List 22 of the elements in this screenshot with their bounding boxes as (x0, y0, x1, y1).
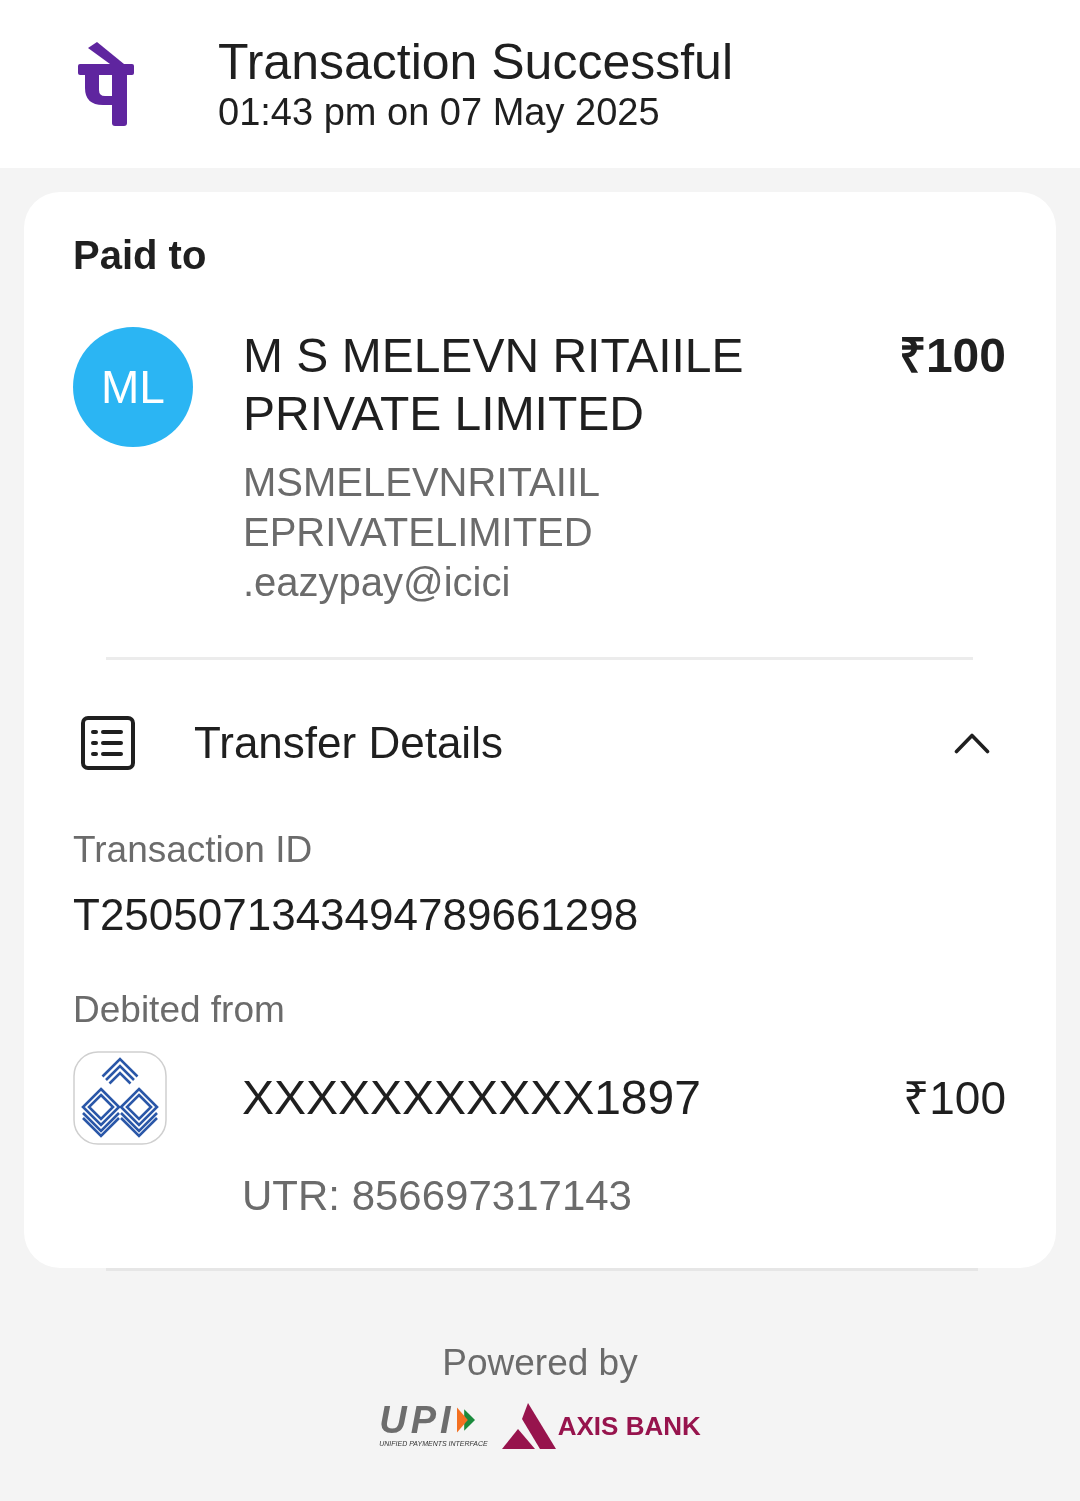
field-label: Transaction ID (73, 830, 314, 870)
account-number: XXXXXXXXXXX1897 (242, 1070, 702, 1126)
transaction-title: Transaction Successful (218, 34, 734, 90)
debited-amount: ₹100 (903, 1071, 1006, 1126)
triangles-icon (456, 1407, 475, 1433)
bank-logo-icon (73, 1051, 167, 1145)
list-icon (81, 716, 135, 770)
debited-from-label: Debited from (73, 990, 286, 1030)
paid-to-heading: Paid to (73, 233, 208, 277)
field-value: T2505071343494789661298 (73, 891, 640, 939)
payee-amount: ₹100 (898, 328, 1006, 384)
payee-name: M S MELEVN RITAIILE PRIVATE LIMITED (243, 328, 745, 442)
avatar: ML (73, 327, 193, 447)
logo-icon (78, 42, 134, 126)
utr-number: UTR: 856697317143 (242, 1172, 633, 1220)
transfer-details-toggle[interactable]: Transfer Details (73, 716, 1006, 770)
payee-upi-id: MSMELEVNRITAIILEPRIVATELIMITED.eazypay@icici (243, 459, 602, 606)
upi-wordmark: UPI (379, 1404, 455, 1436)
powered-by-text: Powered by (442, 1343, 638, 1383)
transaction-timestamp: 01:43 pm on 07 May 2025 (218, 90, 661, 134)
triangle-logo-icon (501, 1403, 556, 1449)
bank-name: AXIS BANK (557, 1411, 701, 1441)
